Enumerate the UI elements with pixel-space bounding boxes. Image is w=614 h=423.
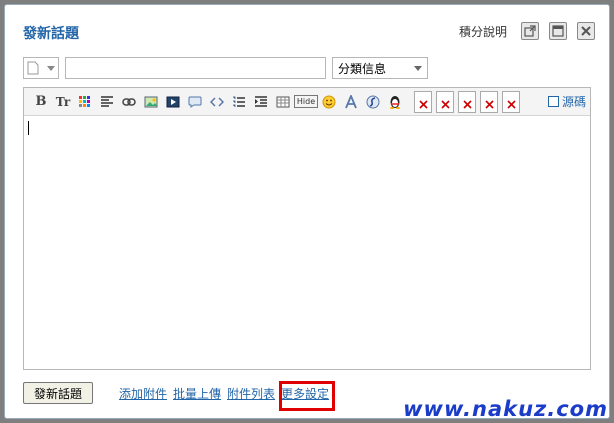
broken-image-button-4[interactable] [480,90,498,113]
indent-button[interactable] [250,91,272,113]
category-select[interactable]: 分類信息 [332,57,428,79]
document-icon [27,61,39,75]
quote-button[interactable] [184,91,206,113]
code-button[interactable] [206,91,228,113]
popout-button[interactable] [521,22,539,40]
category-select-value: 分類信息 [338,61,387,76]
bold-icon: B [35,94,47,109]
table-button[interactable] [272,91,294,113]
score-help-link[interactable]: 積分說明 [459,23,507,40]
ordered-list-button[interactable] [228,91,250,113]
broken-image-icon [418,99,428,109]
broken-image-button-2[interactable] [436,90,454,113]
code-icon [210,96,224,107]
dialog-header-actions: 積分說明 [459,22,595,40]
broken-image-button-3[interactable] [458,90,476,113]
video-button[interactable] [162,91,184,113]
maximize-icon [552,25,564,37]
popout-icon [524,25,536,37]
table-icon [276,96,290,107]
text-caret [28,121,29,135]
broken-image-icon [506,99,516,109]
qq-penguin-icon [390,95,400,109]
image-icon [144,96,158,107]
flash-button[interactable] [362,91,384,113]
chevron-down-icon [47,65,55,71]
bold-button[interactable]: B [30,91,52,113]
hide-icon: Hide [293,95,319,108]
editor-content-area[interactable] [24,116,590,369]
attachment-list-link[interactable]: 附件列表 [227,385,275,402]
font-style-button[interactable] [340,91,362,113]
post-icon-select[interactable] [23,57,59,79]
link-icon [122,97,136,106]
ordered-list-icon [233,96,245,107]
broken-image-icon [440,99,450,109]
color-button[interactable] [74,91,96,113]
subject-input[interactable] [65,57,326,79]
source-mode-toggle[interactable]: 源碼 [547,93,586,110]
align-left-icon [101,95,113,107]
qq-button[interactable] [384,91,406,113]
font-size-button[interactable]: Tr [52,91,74,113]
subject-row: 分類信息 [23,57,428,79]
color-palette-icon [79,95,90,107]
rich-text-editor: B Tr Hide 源碼 [23,87,591,370]
watermark: www.nakuz.com [403,397,608,421]
image-button[interactable] [140,91,162,113]
source-mode-label: 源碼 [561,95,586,109]
close-icon [581,26,591,36]
maximize-button[interactable] [549,22,567,40]
smiley-button[interactable] [318,91,340,113]
broken-image-icon [484,99,494,109]
chevron-down-icon [414,65,422,71]
indent-icon [255,95,267,107]
new-topic-dialog: 發新話題 積分說明 分類信息 B Tr Hide 源碼 發新話題 添加附件 批量… [4,4,610,419]
more-settings-highlight-box [279,381,335,411]
broken-image-button-1[interactable] [414,90,432,113]
editor-toolbar: B Tr Hide 源碼 [24,88,590,116]
batch-upload-link[interactable]: 批量上傳 [173,385,221,402]
link-button[interactable] [118,91,140,113]
video-icon [166,96,180,107]
font-a-icon [345,94,357,108]
broken-image-button-5[interactable] [502,90,520,113]
broken-image-icon [462,99,472,109]
font-size-icon: Tr [55,94,71,109]
hide-button[interactable]: Hide [293,91,319,113]
close-button[interactable] [577,22,595,40]
source-mode-checkbox[interactable] [547,96,559,107]
smiley-icon [322,95,336,108]
submit-topic-button[interactable]: 發新話題 [23,382,93,404]
flash-icon [366,95,380,108]
dialog-title: 發新話題 [23,26,79,42]
quote-bubble-icon [188,96,202,108]
add-attachment-link[interactable]: 添加附件 [119,385,167,402]
align-button[interactable] [96,91,118,113]
